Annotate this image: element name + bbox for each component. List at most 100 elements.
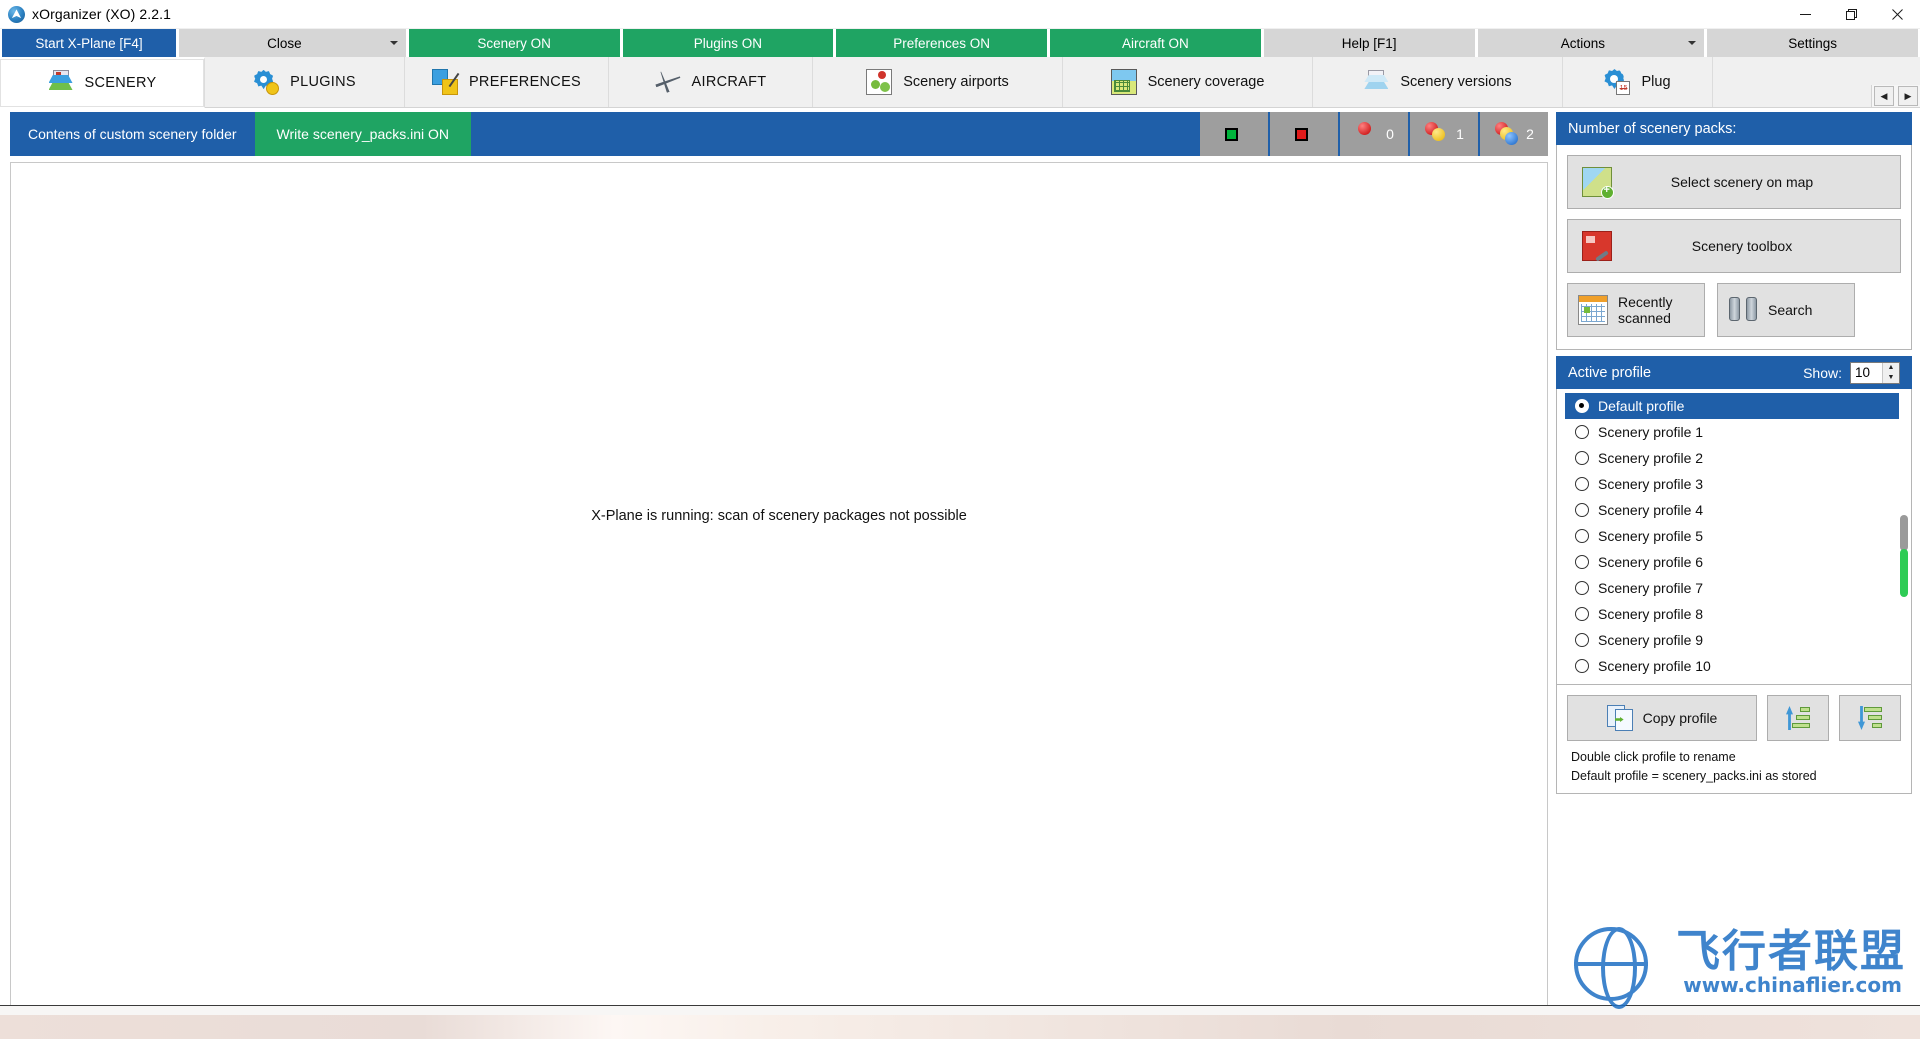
tab-scenery-airports[interactable]: Scenery airports — [813, 57, 1063, 107]
profile-show-up-arrow[interactable]: ▲ — [1883, 362, 1899, 373]
tab-scenery-coverage[interactable]: Scenery coverage — [1063, 57, 1313, 107]
chevron-down-icon[interactable] — [389, 41, 398, 45]
scrollbar-thumb-green[interactable] — [1900, 549, 1908, 597]
scenery-versions-icon — [1363, 69, 1389, 95]
copy-profile-button[interactable]: Copy profile — [1567, 695, 1757, 741]
tab-preferences[interactable]: PREFERENCES — [405, 57, 609, 107]
main-tab-strip: SCENERY PLUGINS PREFERENCES AIRCRAFT Sce… — [0, 57, 1920, 108]
scenery-airports-icon — [866, 69, 893, 95]
close-label: Close — [267, 35, 302, 51]
profile-actions-panel: Copy profile Double click profile to ren… — [1556, 685, 1912, 794]
close-window-button[interactable] — [1874, 0, 1920, 29]
green-square-icon — [1224, 127, 1238, 141]
tab-scenery[interactable]: SCENERY — [0, 57, 205, 108]
list-item[interactable]: Scenery profile 5 — [1565, 523, 1899, 549]
tab-preferences-label: PREFERENCES — [468, 73, 582, 90]
scenery-toolbox-button[interactable]: Scenery toolbox — [1567, 219, 1901, 273]
profile-show-down-arrow[interactable]: ▼ — [1883, 372, 1899, 383]
actions-dropdown-button[interactable]: Actions — [1477, 29, 1705, 57]
aircraft-toggle-button[interactable]: Aircraft ON — [1050, 29, 1261, 57]
sort-ascending-icon — [1785, 705, 1811, 731]
select-scenery-on-map-button[interactable]: Select scenery on map — [1567, 155, 1901, 209]
list-item[interactable]: Scenery profile 2 — [1565, 445, 1899, 471]
search-label: Search — [1768, 301, 1813, 318]
profile-actions-row: Copy profile — [1567, 695, 1901, 741]
radio-icon[interactable] — [1575, 425, 1589, 439]
radio-icon[interactable] — [1575, 399, 1589, 413]
list-item[interactable]: Scenery profile 4 — [1565, 497, 1899, 523]
tab-scenery-versions-label: Scenery versions — [1400, 73, 1512, 90]
tab-scenery-versions[interactable]: Scenery versions — [1313, 57, 1563, 107]
plugins-toggle-button[interactable]: Plugins ON — [622, 29, 834, 57]
scenery-sidebar: Number of scenery packs: Select scenery … — [1556, 108, 1920, 1033]
list-item[interactable]: Scenery profile 8 — [1565, 601, 1899, 627]
scenery-packs-header-label: Number of scenery packs: — [1568, 120, 1737, 137]
indicator-red-pin-value: 0 — [1386, 126, 1394, 142]
profile-hint-2: Default profile = scenery_packs.ini as s… — [1571, 768, 1817, 783]
action-bar-spacer — [471, 112, 1198, 156]
contents-custom-scenery-button[interactable]: Contens of custom scenery folder — [10, 112, 255, 156]
list-item[interactable]: Scenery profile 3 — [1565, 471, 1899, 497]
work-area: Contens of custom scenery folder Write s… — [0, 108, 1920, 1033]
start-xplane-button[interactable]: Start X-Plane [F4] — [2, 29, 176, 57]
tab-aircraft-label: AIRCRAFT — [691, 73, 767, 90]
watermark-text: 飞行者联盟 — [1676, 926, 1906, 977]
tab-scenery-coverage-label: Scenery coverage — [1147, 73, 1265, 90]
sort-ascending-button[interactable] — [1767, 695, 1829, 741]
copy-icon — [1606, 705, 1633, 731]
search-button[interactable]: Search — [1717, 283, 1855, 337]
list-item[interactable]: Scenery profile 6 — [1565, 549, 1899, 575]
indicator-yellow-pin-count[interactable]: 1 — [1408, 112, 1478, 156]
minimize-button[interactable] — [1782, 0, 1828, 29]
red-pin-icon — [1354, 122, 1380, 146]
bottom-strip-band — [0, 1015, 1920, 1039]
profile-show-input[interactable] — [1851, 362, 1882, 383]
help-button[interactable]: Help [F1] — [1263, 29, 1475, 57]
tab-scroll-right-button[interactable]: ▶ — [1898, 86, 1918, 106]
recently-scanned-button[interactable]: Recently scanned — [1567, 283, 1705, 337]
scrollbar-thumb-grey[interactable] — [1900, 515, 1908, 551]
radio-icon[interactable] — [1575, 555, 1589, 569]
radio-icon[interactable] — [1575, 633, 1589, 647]
radio-icon[interactable] — [1575, 659, 1589, 673]
list-item[interactable]: Default profile — [1565, 393, 1899, 419]
scenery-coverage-icon — [1110, 69, 1137, 95]
indicator-red-pin-count[interactable]: 0 — [1338, 112, 1408, 156]
radio-icon[interactable] — [1575, 503, 1589, 517]
preferences-icon — [431, 69, 460, 95]
write-scenery-packs-ini-button[interactable]: Write scenery_packs.ini ON — [254, 112, 472, 156]
chevron-down-icon[interactable] — [1688, 41, 1697, 45]
scenery-packages-canvas[interactable]: X-Plane is running: scan of scenery pack… — [10, 162, 1548, 1017]
profile-show-stepper[interactable]: ▲ ▼ — [1850, 361, 1900, 384]
radio-icon[interactable] — [1575, 581, 1589, 595]
profile-list-scrollbar[interactable] — [1900, 393, 1909, 680]
preferences-toggle-button[interactable]: Preferences ON — [836, 29, 1047, 57]
sort-descending-button[interactable] — [1839, 695, 1901, 741]
tab-aircraft[interactable]: AIRCRAFT — [609, 57, 813, 107]
plugins-last-icon: 15 — [1604, 69, 1631, 95]
radio-icon[interactable] — [1575, 451, 1589, 465]
list-item[interactable]: Scenery profile 7 — [1565, 575, 1899, 601]
profile-list[interactable]: Default profile Scenery profile 1 Scener… — [1556, 389, 1912, 685]
tab-plugins[interactable]: PLUGINS — [205, 57, 405, 107]
scenery-toggle-button[interactable]: Scenery ON — [408, 29, 620, 57]
settings-button[interactable]: Settings — [1707, 29, 1918, 57]
tab-scroll-left-button[interactable]: ◀ — [1874, 86, 1894, 106]
radio-icon[interactable] — [1575, 477, 1589, 491]
radio-icon[interactable] — [1575, 529, 1589, 543]
indicator-disabled-count[interactable] — [1268, 112, 1338, 156]
plugins-gear-icon — [253, 69, 280, 95]
indicator-enabled-count[interactable] — [1198, 112, 1268, 156]
list-item[interactable]: Scenery profile 1 — [1565, 419, 1899, 445]
profile-label: Scenery profile 10 — [1598, 658, 1711, 674]
list-item[interactable]: Scenery profile 9 — [1565, 627, 1899, 653]
radio-icon[interactable] — [1575, 607, 1589, 621]
profile-label: Scenery profile 1 — [1598, 424, 1704, 440]
xorganizer-logo-icon — [8, 5, 25, 23]
profile-show-arrows: ▲ ▼ — [1882, 362, 1899, 383]
maximize-button[interactable] — [1828, 0, 1874, 29]
list-item[interactable]: Scenery profile 10 — [1565, 653, 1899, 679]
tab-plugins-partial[interactable]: 15 Plug — [1563, 57, 1713, 107]
close-dropdown-button[interactable]: Close — [179, 29, 406, 57]
indicator-blue-pin-count[interactable]: 2 — [1478, 112, 1548, 156]
